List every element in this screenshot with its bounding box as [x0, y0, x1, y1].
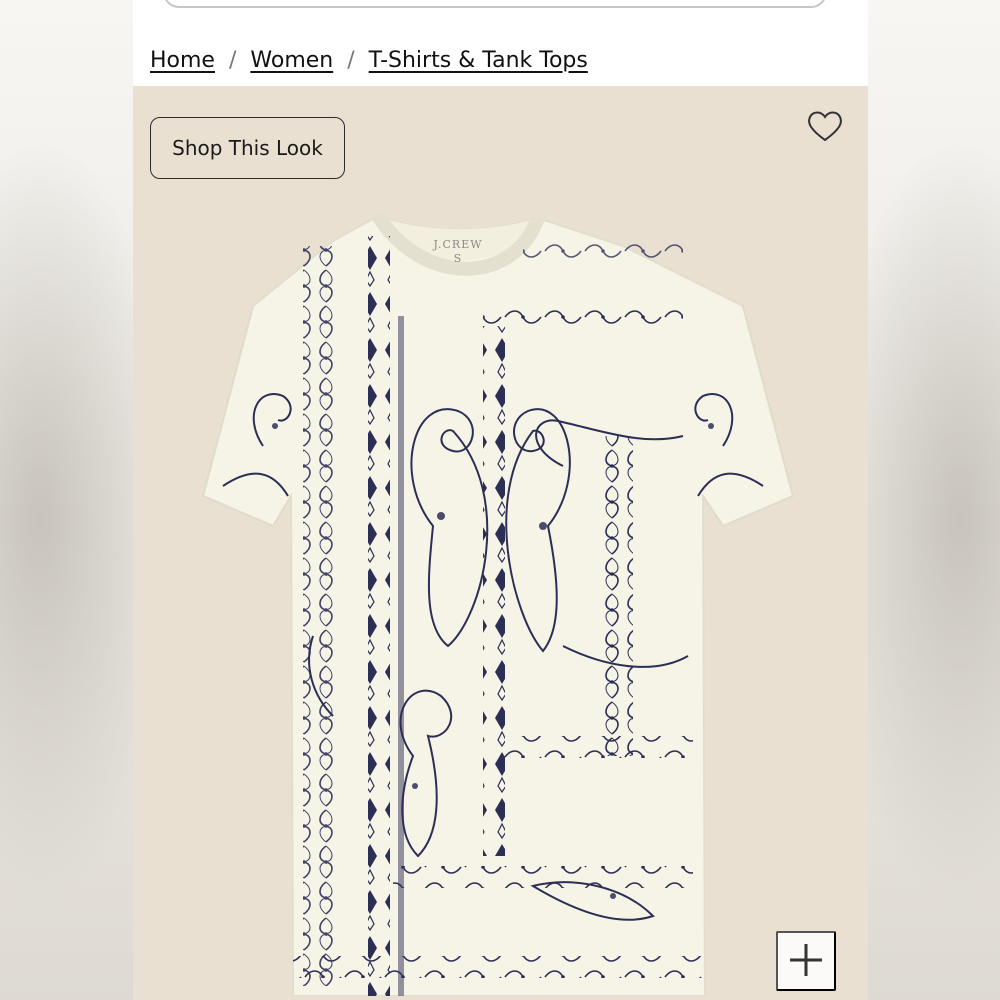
heart-icon[interactable] — [805, 106, 845, 146]
breadcrumb-women-link[interactable]: Women — [250, 48, 333, 73]
product-image: J.CREW S — [201, 212, 795, 996]
shop-this-look-button[interactable]: Shop This Look — [150, 117, 345, 179]
plus-icon — [787, 941, 825, 982]
breadcrumb-separator: / — [228, 47, 237, 73]
search-input[interactable] — [163, 0, 827, 8]
breadcrumb-separator: / — [347, 47, 355, 73]
product-image-area: Shop This Look J.CREW S — [133, 86, 868, 1000]
breadcrumb-tshirts-link[interactable]: T-Shirts & Tank Tops — [369, 48, 588, 73]
breadcrumb-home-link[interactable]: Home — [150, 48, 215, 73]
zoom-button[interactable] — [776, 931, 836, 991]
brand-label: J.CREW — [432, 238, 482, 251]
size-label: S — [454, 252, 463, 265]
product-page: Home / Women / T-Shirts & Tank Tops Shop… — [133, 0, 868, 1000]
breadcrumb: Home / Women / T-Shirts & Tank Tops — [150, 40, 588, 80]
